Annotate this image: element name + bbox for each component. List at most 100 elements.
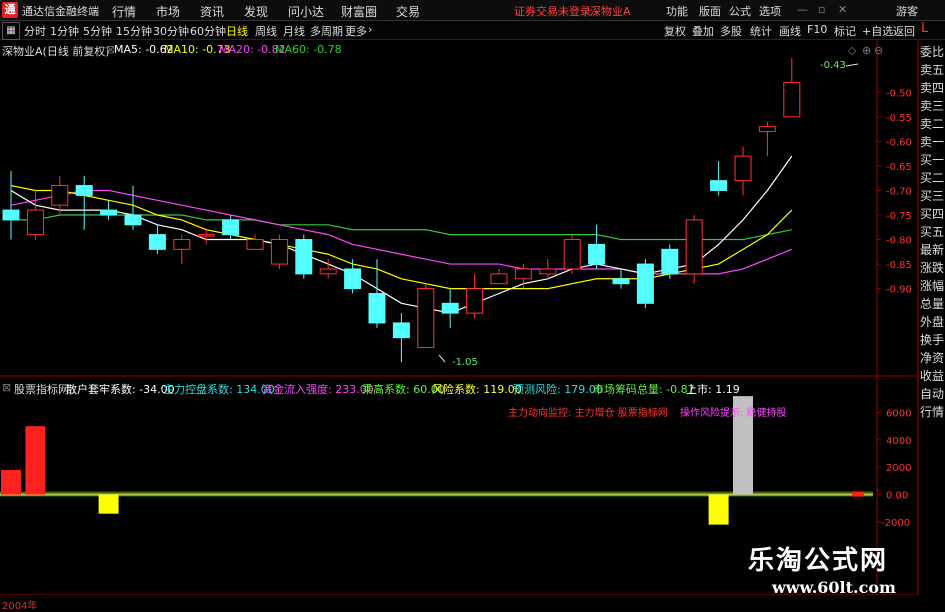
kline-chart[interactable]: -0.50 -0.55 -0.60 -0.65 -0.70 -0.75 -0.80 -0.85… xyxy=(0,40,945,595)
window-close-button[interactable]: ✕ xyxy=(838,3,847,16)
menu-item-xuanxiang[interactable]: 选项 xyxy=(759,3,781,19)
more-chevron-icon[interactable]: › xyxy=(368,23,372,36)
menu-item-shichang[interactable]: 市场 xyxy=(156,3,180,20)
side-tab-2[interactable]: 卖四 xyxy=(919,79,945,96)
menu-item-faxian[interactable]: 发现 xyxy=(244,3,268,20)
side-tab-9[interactable]: 买四 xyxy=(919,205,945,222)
f10-button[interactable]: F10 xyxy=(807,23,827,36)
candle-body xyxy=(588,243,606,265)
indicator-item-fengxian: 风险系数: 119.00 xyxy=(432,383,522,396)
window-restore-button[interactable]: ▫ xyxy=(818,3,825,16)
overlay-button[interactable]: 叠加 xyxy=(692,23,714,39)
ma60-value: MA60: -0.78 xyxy=(275,43,342,56)
candle-body xyxy=(636,263,654,304)
tab-period-day[interactable]: 日线 xyxy=(226,23,248,39)
side-tab-4[interactable]: 卖二 xyxy=(919,115,945,132)
side-tab-6[interactable]: 买一 xyxy=(919,151,945,168)
candle-body xyxy=(2,209,20,221)
candle-body xyxy=(661,248,679,275)
diamond-icon[interactable]: ◇ xyxy=(848,44,856,57)
price-tick-label: -0.90 xyxy=(886,285,912,296)
candle-body xyxy=(539,268,557,275)
tab-period-multi[interactable]: 多周期 xyxy=(310,23,343,39)
tab-period-more[interactable]: 更多 xyxy=(345,23,367,39)
multi-stock-button[interactable]: 多股 xyxy=(720,23,742,39)
side-tab-20[interactable]: 行情 xyxy=(919,403,945,420)
candle-body xyxy=(758,126,776,133)
side-tab-17[interactable]: 净资 xyxy=(919,349,945,366)
menu-item-hangqing[interactable]: 行情 xyxy=(112,3,136,20)
candle-body xyxy=(26,209,44,236)
menu-item-gongneng[interactable]: 功能 xyxy=(666,3,688,19)
indicator-item-sanhu: 散户套牢系数: -34.00 xyxy=(66,383,175,396)
tab-period-30min[interactable]: 30分钟 xyxy=(153,23,189,39)
risk-hint: 操作风险提示: 稳健持股 xyxy=(680,408,787,419)
zoom-in-icon[interactable]: ⊕ xyxy=(862,44,871,57)
add-watchlist-button[interactable]: +自选 xyxy=(862,23,893,39)
tab-period-60min[interactable]: 60分钟 xyxy=(190,23,226,39)
indicator-item-shangshi: 上市: 1.19 xyxy=(686,383,740,396)
menu-item-banmian[interactable]: 版面 xyxy=(699,3,721,19)
candle-body xyxy=(100,209,118,216)
side-tab-1[interactable]: 卖五 xyxy=(919,61,945,78)
menu-item-gongshi[interactable]: 公式 xyxy=(729,3,751,19)
current-stock-name: 深物业A xyxy=(590,5,631,18)
price-tick-label: -0.60 xyxy=(886,137,912,148)
candle-body xyxy=(222,219,240,236)
sub-tick-label: 0.00 xyxy=(886,491,908,502)
login-status[interactable]: 证券交易未登录 xyxy=(514,3,591,19)
price-tick-label: -0.50 xyxy=(886,88,912,99)
side-tab-13[interactable]: 涨幅 xyxy=(919,277,945,294)
indicator-settings-icon[interactable]: ⊠ xyxy=(2,381,11,394)
tab-period-fenshi[interactable]: 分时 xyxy=(24,23,46,39)
mark-button[interactable]: 标记 xyxy=(834,23,856,39)
menu-item-jiaoyi[interactable]: 交易 xyxy=(396,3,420,20)
side-tab-15[interactable]: 外盘 xyxy=(919,313,945,330)
tab-period-5min[interactable]: 5分钟 xyxy=(83,23,112,39)
indicator-item-chouma: 市场筹码总量: -0.87 xyxy=(593,383,695,396)
price-tick-label: -0.85 xyxy=(886,260,912,271)
side-tab-11[interactable]: 最新 xyxy=(919,241,945,258)
zoom-out-icon[interactable]: ⊖ xyxy=(874,44,883,57)
side-tab-7[interactable]: 买二 xyxy=(919,169,945,186)
menu-item-wenxiaoda[interactable]: 问小达 xyxy=(288,3,324,20)
candle-body xyxy=(148,234,166,250)
statistics-button[interactable]: 统计 xyxy=(750,23,772,39)
candle-body xyxy=(490,273,508,285)
app-logo-icon: 通 xyxy=(2,2,18,18)
indicator-name[interactable]: 股票指标网 xyxy=(14,381,69,397)
candle-body xyxy=(124,214,142,226)
tab-period-month[interactable]: 月线 xyxy=(283,23,305,39)
side-tab-12[interactable]: 涨跌 xyxy=(919,259,945,276)
side-tab-18[interactable]: 收益 xyxy=(919,367,945,384)
candle-body xyxy=(295,239,313,275)
candle-body xyxy=(466,288,484,314)
stock-title: 深物业A(日线 前复权) xyxy=(2,45,110,58)
watermark-url: www.60lt.com xyxy=(772,578,896,597)
candle-body xyxy=(173,239,191,250)
side-tab-19[interactable]: 自动 xyxy=(919,385,945,402)
side-tab-5[interactable]: 卖一 xyxy=(919,133,945,150)
chart-grid xyxy=(0,40,919,595)
main-force-monitor: 主力动向监控: 主力增仓 股票指标网 xyxy=(508,408,668,419)
price-tick-label: -0.55 xyxy=(886,113,912,124)
menu-item-zixun[interactable]: 资讯 xyxy=(200,3,224,20)
side-tab-0[interactable]: 委比 xyxy=(919,43,945,60)
grid-menu-icon[interactable]: ▦ xyxy=(2,22,20,40)
candle-body xyxy=(514,268,532,280)
indicator-bar xyxy=(98,494,119,514)
tab-period-15min[interactable]: 15分钟 xyxy=(116,23,152,39)
draw-line-button[interactable]: 画线 xyxy=(779,23,801,39)
tab-period-1min[interactable]: 1分钟 xyxy=(50,23,79,39)
window-minimize-button[interactable]: — xyxy=(797,3,808,16)
menu-item-caifuquan[interactable]: 财富圈 xyxy=(341,3,377,20)
side-tab-10[interactable]: 买五 xyxy=(919,223,945,240)
tab-period-week[interactable]: 周线 xyxy=(255,23,277,39)
side-tab-8[interactable]: 买三 xyxy=(919,187,945,204)
side-tab-14[interactable]: 总量 xyxy=(919,295,945,312)
side-tab-16[interactable]: 换手 xyxy=(919,331,945,348)
back-button[interactable]: 返回 xyxy=(893,23,915,39)
side-tab-3[interactable]: 卖三 xyxy=(919,97,945,114)
fuquan-button[interactable]: 复权 xyxy=(664,23,686,39)
user-login-button[interactable]: 游客 xyxy=(896,3,918,19)
